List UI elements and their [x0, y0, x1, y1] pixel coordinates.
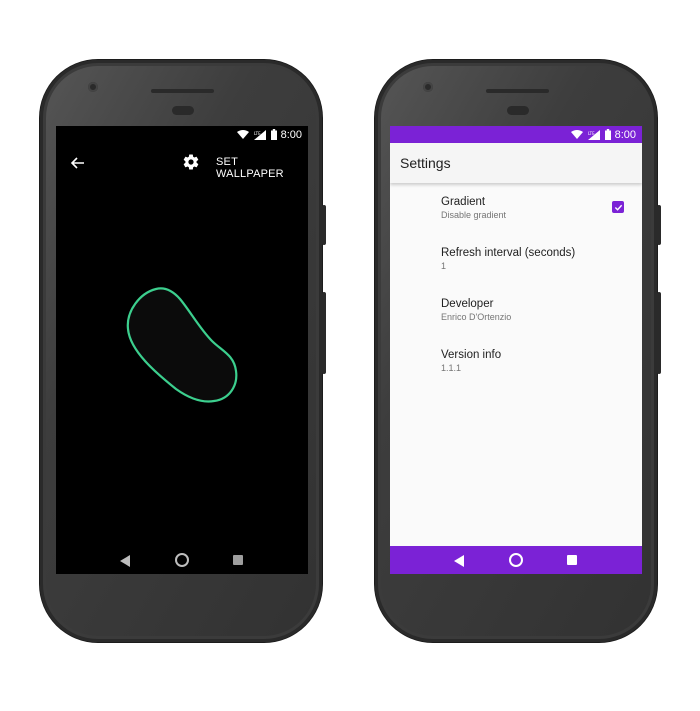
set-wallpaper-button[interactable]: SET WALLPAPER [216, 156, 308, 180]
power-button[interactable] [657, 205, 661, 245]
recents-square-icon[interactable] [567, 555, 577, 565]
pref-summary: 1.1.1 [441, 363, 462, 373]
front-camera [423, 82, 433, 92]
home-circle-icon[interactable] [509, 553, 523, 567]
settings-screen: LTE 8:00 Settings Gradient Disable gradi… [390, 126, 642, 574]
pref-summary: 1 [441, 261, 447, 271]
status-time: 8:00 [280, 128, 302, 141]
status-bar: LTE 8:00 [56, 126, 308, 143]
battery-icon [270, 129, 277, 140]
pref-title: Developer [441, 298, 494, 310]
pref-title: Gradient [441, 196, 486, 208]
pref-gradient[interactable]: Gradient Disable gradient [441, 196, 506, 220]
recents-square-icon[interactable] [233, 555, 243, 565]
settings-appbar: Settings [390, 143, 642, 183]
volume-button[interactable] [657, 292, 661, 374]
pref-title: Version info [441, 349, 502, 361]
earpiece-speaker [151, 89, 214, 93]
back-triangle-icon[interactable] [120, 555, 130, 567]
volume-button[interactable] [322, 292, 326, 374]
pref-summary: Enrico D'Ortenzio [441, 312, 512, 322]
pref-summary: Disable gradient [441, 210, 507, 220]
gradient-checkbox[interactable] [612, 201, 624, 213]
page-title: Settings [400, 155, 451, 171]
wifi-icon [570, 129, 583, 139]
nav-bar [56, 546, 308, 574]
wifi-icon [236, 129, 249, 139]
proximity-sensor [172, 106, 194, 115]
left-phone: LTE 8:00 SET WALLPAPER [40, 60, 326, 642]
pref-version-info[interactable]: Version info 1.1.1 [441, 349, 501, 373]
pref-refresh-interval[interactable]: Refresh interval (seconds) 1 [441, 247, 575, 271]
home-circle-icon[interactable] [175, 553, 189, 567]
arrow-left-icon[interactable] [68, 153, 88, 173]
back-triangle-icon[interactable] [454, 555, 464, 567]
status-time: 8:00 [614, 128, 636, 141]
proximity-sensor [507, 106, 529, 115]
pref-developer[interactable]: Developer Enrico D'Ortenzio [441, 298, 511, 322]
wallpaper-screen: LTE 8:00 SET WALLPAPER [56, 126, 308, 574]
battery-icon [604, 129, 611, 140]
right-phone: LTE 8:00 Settings Gradient Disable gradi… [375, 60, 661, 642]
status-bar: LTE 8:00 [390, 126, 642, 143]
svg-text:LTE: LTE [254, 131, 261, 136]
front-camera [88, 82, 98, 92]
wallpaper-blob-shape [126, 287, 238, 403]
wallpaper-toolbar: SET WALLPAPER [56, 143, 308, 183]
pref-title: Refresh interval (seconds) [441, 247, 576, 259]
earpiece-speaker [486, 89, 549, 93]
checkmark-icon [614, 204, 622, 211]
svg-text:LTE: LTE [588, 131, 595, 136]
signal-lte-icon: LTE [587, 129, 600, 140]
signal-lte-icon: LTE [253, 129, 266, 140]
power-button[interactable] [322, 205, 326, 245]
gear-icon[interactable] [182, 153, 200, 171]
nav-bar [390, 546, 642, 574]
